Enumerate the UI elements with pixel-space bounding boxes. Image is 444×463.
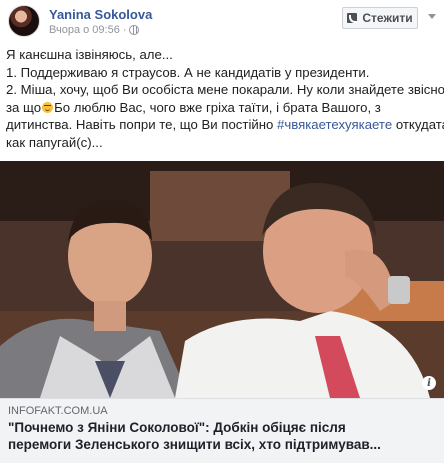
post-line-part: откудата: [395, 117, 444, 133]
post-header: Yanina Sokolova Вчора о 09:56 · Стежити: [0, 0, 444, 40]
author-name[interactable]: Yanina Sokolova: [49, 7, 152, 22]
avatar[interactable]: [8, 5, 40, 37]
rss-icon: [347, 13, 358, 23]
globe-icon: [129, 25, 140, 35]
link-title[interactable]: "Почнемо з Яніни Соколової": Добкін обіц…: [8, 419, 438, 453]
hashtag-link[interactable]: #чвякаетехуякаете: [277, 117, 392, 132]
chevron-down-icon[interactable]: [427, 12, 437, 20]
link-domain: INFOFAKT.COM.UA: [8, 405, 108, 417]
post-line-part: за що: [6, 99, 42, 115]
post-line-part: Бо люблю Вас, чого вже гріха таїти, і бр…: [54, 99, 381, 115]
link-title-line: "Почнемо з Яніни Соколової": Добкін обіц…: [8, 420, 346, 435]
post-line-part: дитинства. Навіть попри те, що Ви постій…: [6, 117, 274, 133]
post-line: Я канєшна ізвіняюсь, але...: [6, 47, 173, 62]
info-icon[interactable]: i: [422, 376, 436, 390]
smile-emoji-icon: [42, 101, 54, 113]
post-line: 2. Міша, хочу, щоб Ви особіста мене пока…: [6, 82, 444, 98]
post-text: Я канєшна ізвіняюсь, але... 1. Поддержив…: [6, 46, 444, 152]
follow-button[interactable]: Стежити: [342, 7, 418, 29]
follow-label: Стежити: [362, 11, 413, 25]
link-title-line: перемоги Зеленського знищити всіх, хто п…: [8, 437, 381, 452]
post-meta: Вчора о 09:56 ·: [49, 24, 140, 36]
link-preview-card[interactable]: INFOFAKT.COM.UA "Почнемо з Яніни Соколов…: [0, 398, 444, 463]
meta-separator: ·: [122, 24, 127, 36]
photo-illustration: [0, 161, 444, 398]
post-line: за що Бо люблю Вас, чого вже гріха таїти,…: [6, 99, 440, 117]
post-line: 1. Поддерживаю я страусов. А не кандидат…: [6, 64, 370, 80]
post-line: как папугай(с)...: [6, 134, 103, 150]
link-preview-image[interactable]: i: [0, 161, 444, 398]
post-timestamp[interactable]: Вчора о 09:56: [49, 24, 120, 36]
post-line: дитинства. Навіть попри те, що Ви постій…: [6, 116, 444, 134]
